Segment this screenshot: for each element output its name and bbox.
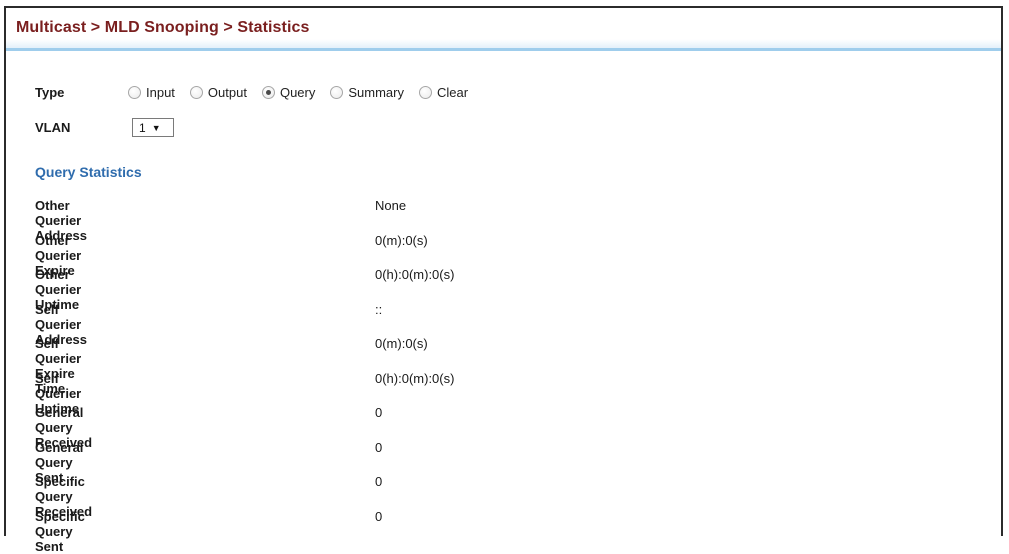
radio-label: Clear <box>436 84 469 100</box>
stat-value: 0 <box>375 405 383 420</box>
radio-label: Input <box>146 84 175 100</box>
type-option-summary[interactable]: Summary <box>330 85 404 100</box>
statistics-panel: Multicast > MLD Snooping > Statistics Ty… <box>4 6 1003 554</box>
radio-button[interactable] <box>418 85 432 99</box>
type-label: Type <box>35 85 65 100</box>
radio-button[interactable] <box>189 85 203 99</box>
stat-label: Specific Query Sent <box>35 508 85 554</box>
stat-value: None <box>375 198 407 213</box>
stat-value: 0 <box>375 474 383 489</box>
type-option-query[interactable]: Query <box>261 84 316 100</box>
stat-value: :: <box>375 301 383 317</box>
vlan-selected-value: 1 <box>139 120 146 135</box>
stat-value: 0(m):0(s) <box>375 336 428 351</box>
breadcrumb: Multicast > MLD Snooping > Statistics <box>16 19 310 36</box>
stat-value: 0(m):0(s) <box>375 232 428 248</box>
page-header: Multicast > MLD Snooping > Statistics <box>6 8 1001 51</box>
radio-button-selected[interactable] <box>261 85 275 99</box>
radio-label: Output <box>207 84 247 100</box>
stat-value: 0(h):0(m):0(s) <box>375 267 455 282</box>
stat-value: 0(h):0(m):0(s) <box>375 370 455 386</box>
type-radio-group: Input Output Query Summary Clear <box>128 83 483 101</box>
stat-value: 0 <box>375 508 383 524</box>
vlan-label: VLAN <box>35 120 71 135</box>
radio-label: Query <box>279 84 316 100</box>
section-title: Query Statistics <box>35 164 142 180</box>
type-option-input[interactable]: Input <box>128 85 175 100</box>
chevron-down-icon: ▼ <box>151 122 161 133</box>
vlan-select[interactable]: 1 ▼ <box>132 118 174 137</box>
stat-value: 0 <box>375 439 383 455</box>
type-option-output[interactable]: Output <box>189 84 247 100</box>
radio-button[interactable] <box>128 85 141 99</box>
radio-label: Summary <box>348 84 404 100</box>
type-option-clear[interactable]: Clear <box>418 84 469 100</box>
radio-button[interactable] <box>330 85 344 99</box>
